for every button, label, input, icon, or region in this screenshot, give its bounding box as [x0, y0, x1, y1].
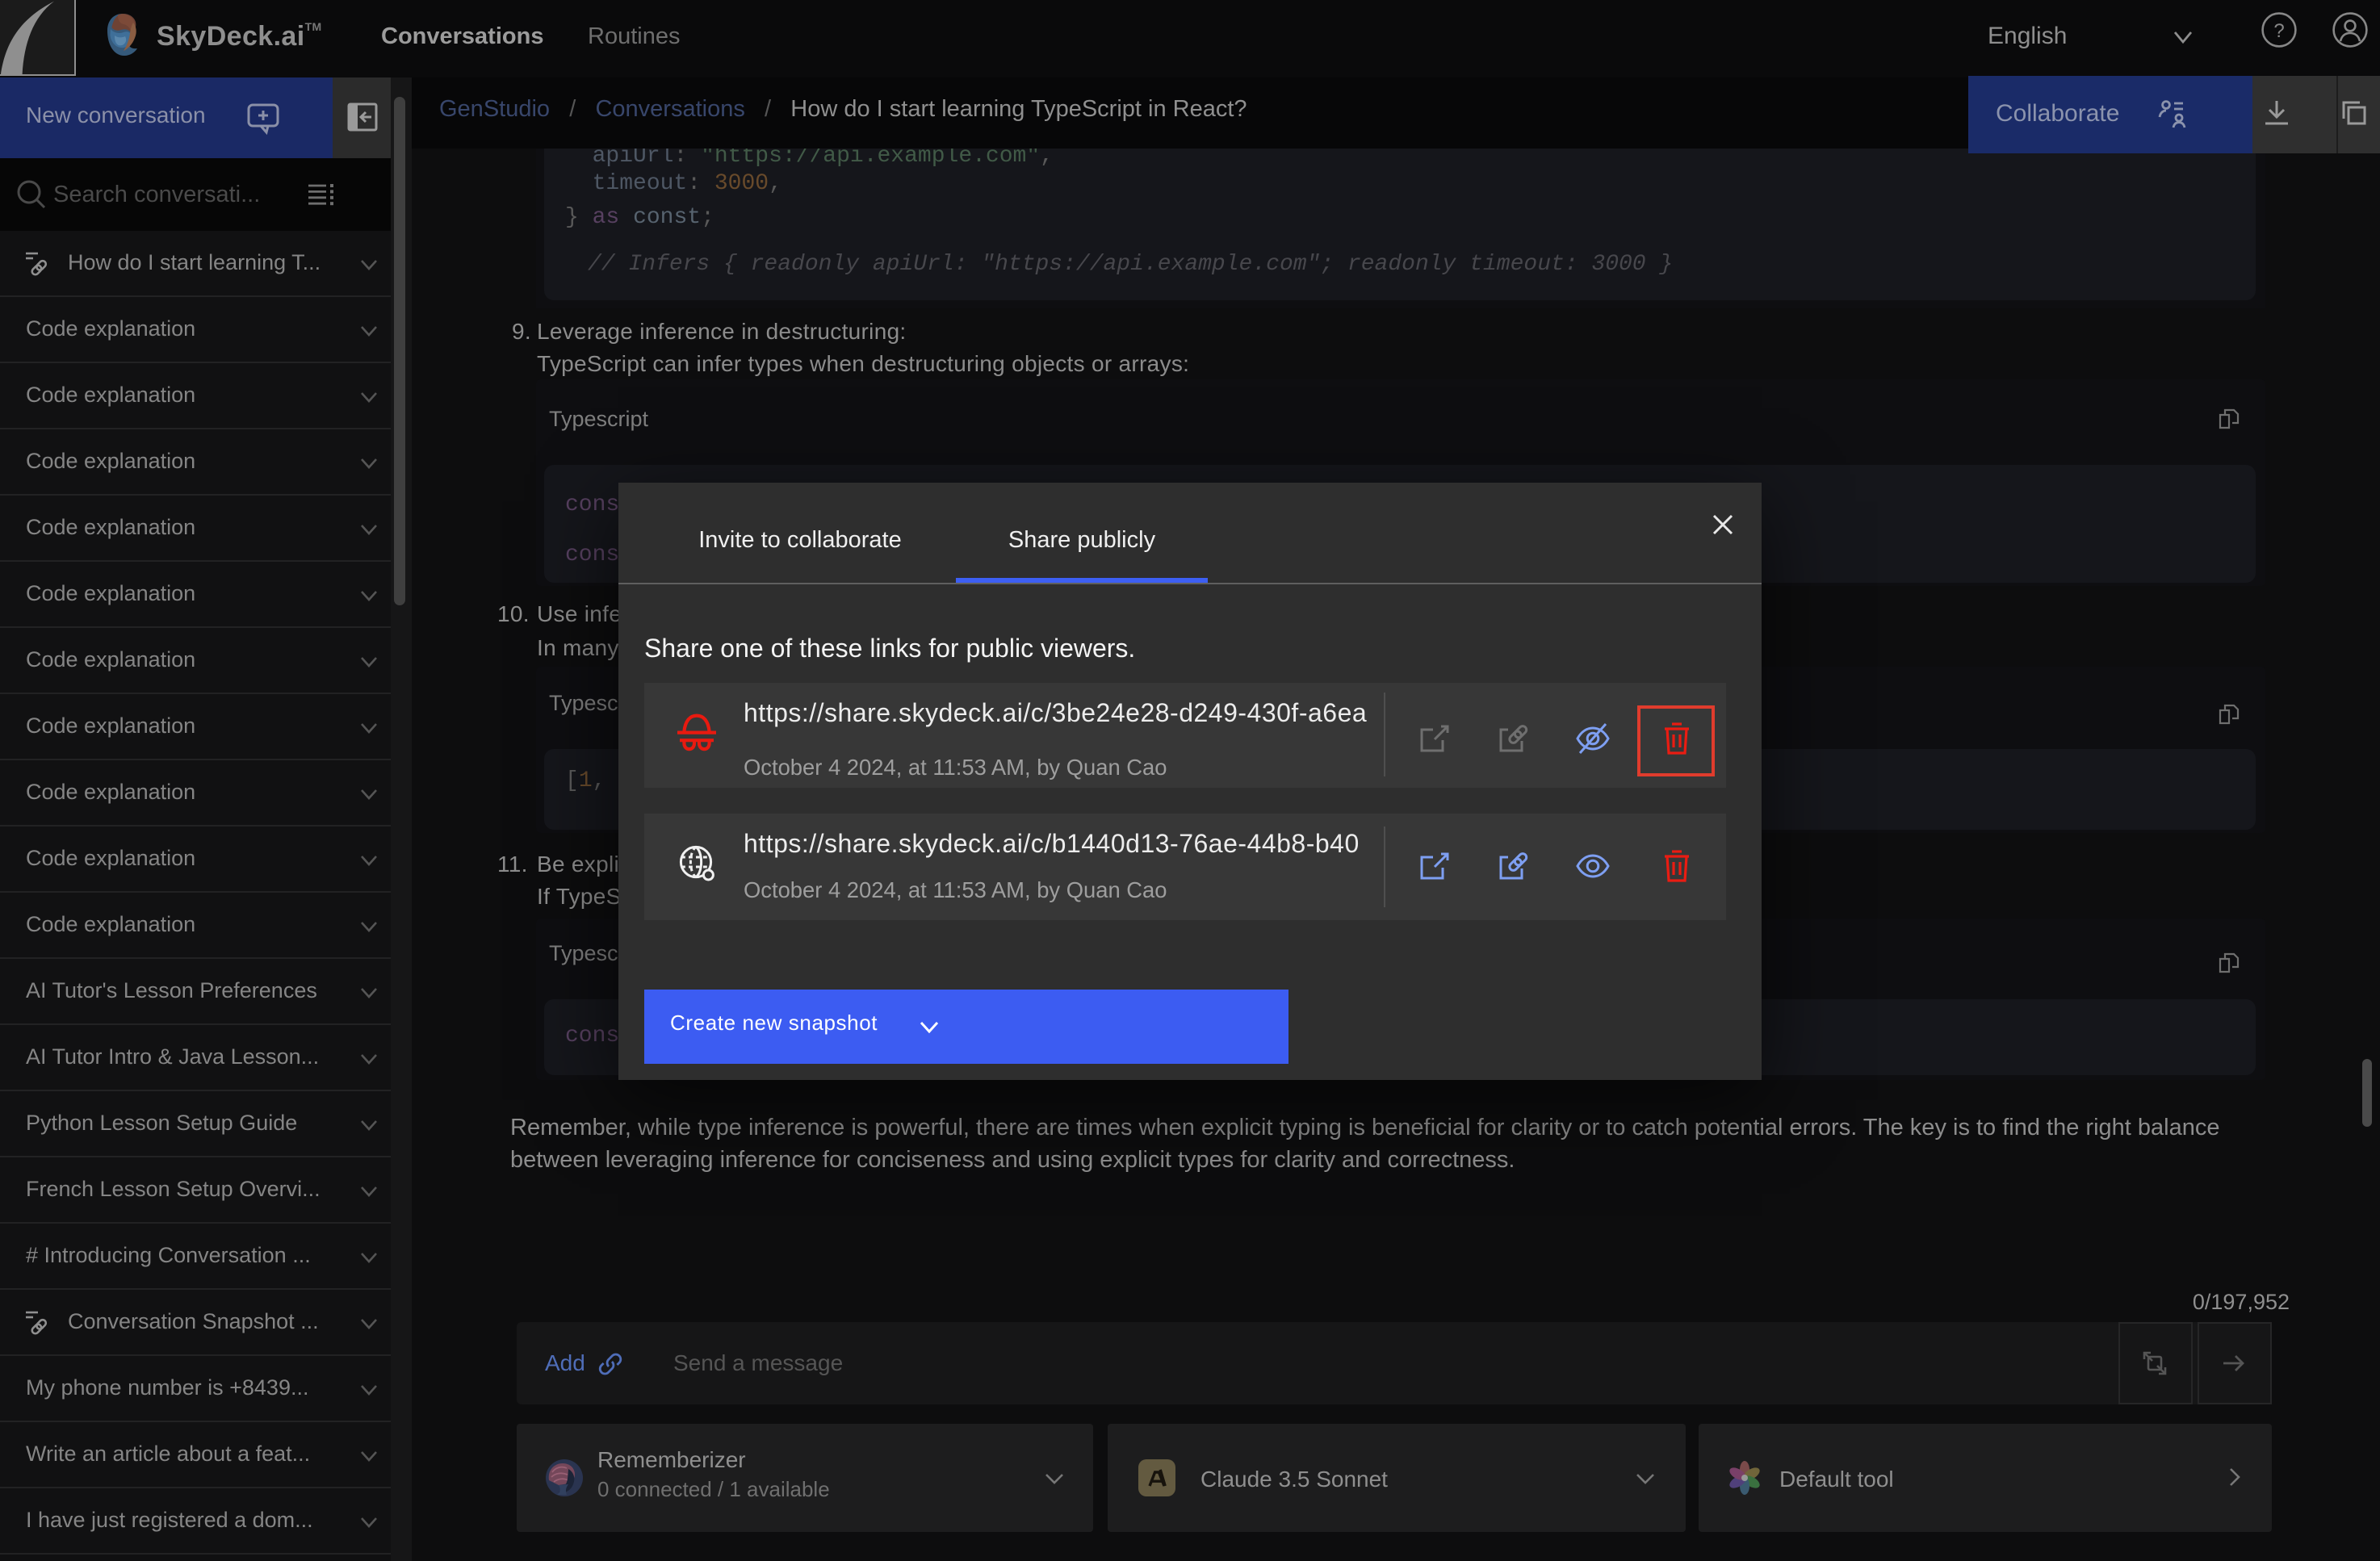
svg-text:?: ? — [2273, 20, 2284, 42]
